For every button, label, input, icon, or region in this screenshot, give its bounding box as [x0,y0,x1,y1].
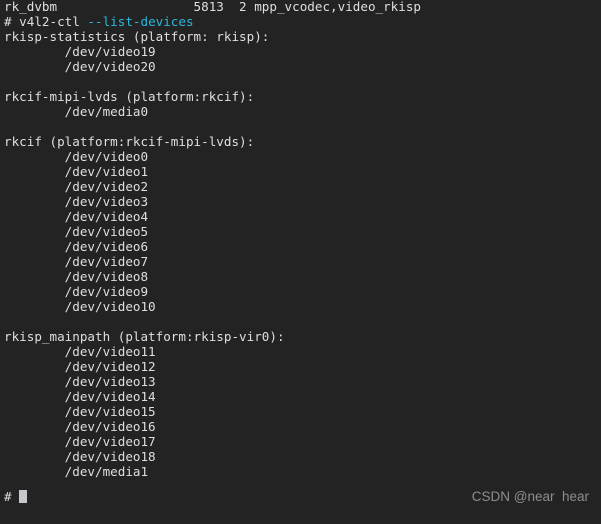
device-path-item: /dev/video15 [4,404,156,419]
device-path-item: /dev/video20 [4,59,156,74]
device-path-item: /dev/video18 [4,449,156,464]
device-group-header-rkisp-statistics: rkisp-statistics (platform: rkisp): [4,29,270,44]
device-path-item: /dev/video3 [4,194,149,209]
command-flag-list-devices: --list-devices [87,14,194,29]
device-path-item: /dev/video11 [4,344,156,359]
command-line: # v4l2-ctl --list-devices [4,14,601,29]
device-path-item: /dev/video14 [4,389,156,404]
device-path-item: /dev/media1 [4,464,149,479]
device-group-header-rkcif: rkcif (platform:rkcif-mipi-lvds): [4,134,255,149]
prompt-symbol: # [4,489,20,504]
device-path-item: /dev/video7 [4,254,149,269]
device-path-item: /dev/video1 [4,164,149,179]
device-group-header-rkcif-mipi-lvds: rkcif-mipi-lvds (platform:rkcif): [4,89,255,104]
device-path-item: /dev/video17 [4,434,156,449]
device-path-item: /dev/video13 [4,374,156,389]
device-path-item: /dev/video0 [4,149,149,164]
device-path-item: /dev/video4 [4,209,149,224]
device-path-item: /dev/media0 [4,104,149,119]
terminal-window[interactable]: video_rkisp 133130 0 rk_dvbm 5813 2 mpp_… [0,0,601,524]
watermark-label: CSDN @near hear [471,489,589,504]
device-path-item: /dev/video19 [4,44,156,59]
device-path-item: /dev/video5 [4,224,149,239]
device-path-item: /dev/video6 [4,239,149,254]
output-line-rk-dvbm: rk_dvbm 5813 2 mpp_vcodec,video_rkisp [4,0,422,14]
device-path-item: /dev/video16 [4,419,156,434]
device-path-item: /dev/video9 [4,284,149,299]
command-prompt-and-binary: # v4l2-ctl [4,14,88,29]
device-group-header-rkisp-mainpath: rkisp_mainpath (platform:rkisp-vir0): [4,329,285,344]
device-path-item: /dev/video10 [4,299,156,314]
text-cursor [19,490,28,503]
shell-prompt-line[interactable]: # [4,489,28,504]
device-path-item: /dev/video8 [4,269,149,284]
device-path-item: /dev/video2 [4,179,149,194]
device-path-item: /dev/video12 [4,359,156,374]
